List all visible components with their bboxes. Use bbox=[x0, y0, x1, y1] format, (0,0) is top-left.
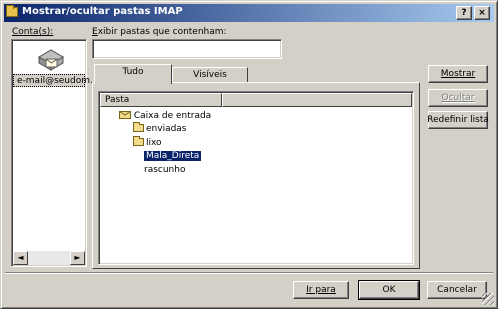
account-item[interactable]: e-mail@seudom... bbox=[13, 74, 99, 87]
tree-row-label: enviadas bbox=[146, 124, 187, 134]
close-button[interactable]: × bbox=[474, 6, 490, 20]
hide-button[interactable]: Ocultar bbox=[428, 89, 488, 107]
help-button[interactable]: ? bbox=[456, 6, 472, 20]
tree-row-label: lixo bbox=[146, 138, 162, 148]
accounts-label: Conta(s): bbox=[12, 27, 54, 37]
resize-grip[interactable] bbox=[482, 293, 494, 305]
folder-icon bbox=[133, 136, 144, 146]
inbox-icon bbox=[119, 111, 131, 119]
cancel-button[interactable]: Cancelar bbox=[427, 281, 487, 299]
reset-list-button[interactable]: Redefinir lista bbox=[427, 111, 489, 129]
accounts-scrollbar[interactable]: ◄ ► bbox=[13, 251, 85, 265]
tree-row[interactable]: Caixa de entrada bbox=[119, 109, 211, 122]
scroll-right-button[interactable]: ► bbox=[70, 251, 85, 265]
folder-icon bbox=[6, 5, 18, 17]
folder-icon bbox=[133, 122, 144, 132]
accounts-list[interactable]: e-mail@seudom... ◄ ► bbox=[11, 39, 99, 267]
column-header-empty bbox=[222, 93, 412, 107]
tab-visiveis[interactable]: Visíveis bbox=[172, 67, 248, 82]
title-bar: Mostrar/ocultar pastas IMAP ? × bbox=[4, 4, 494, 22]
show-button[interactable]: Mostrar bbox=[428, 65, 488, 83]
tab-tudo[interactable]: Tudo bbox=[94, 64, 172, 84]
ok-button[interactable]: OK bbox=[358, 280, 420, 300]
tree-row-selected[interactable]: Mala_Direta bbox=[144, 150, 202, 163]
window-title: Mostrar/ocultar pastas IMAP bbox=[22, 6, 183, 17]
dialog-window: Mostrar/ocultar pastas IMAP ? × Conta(s)… bbox=[0, 0, 498, 309]
tab-panel: Pasta Caixa de entrada enviadas lixo Mal… bbox=[92, 82, 420, 269]
scroll-left-button[interactable]: ◄ bbox=[13, 251, 28, 265]
tree-row-label: Mala_Direta bbox=[144, 151, 202, 161]
account-item-label: e-mail@seudom... bbox=[17, 76, 99, 86]
column-header-pasta[interactable]: Pasta bbox=[100, 93, 222, 107]
footer-divider bbox=[5, 272, 493, 274]
tree-row[interactable]: enviadas bbox=[133, 122, 187, 136]
folder-listview[interactable]: Pasta Caixa de entrada enviadas lixo Mal… bbox=[98, 91, 414, 265]
tree-row[interactable]: rascunho bbox=[144, 164, 185, 177]
filter-input[interactable] bbox=[92, 39, 282, 59]
tree-row-label: Caixa de entrada bbox=[133, 111, 212, 121]
tree-row-label: rascunho bbox=[144, 165, 186, 175]
goto-button[interactable]: Ir para bbox=[293, 281, 349, 299]
mail-server-icon bbox=[38, 49, 64, 71]
tree-row[interactable]: lixo bbox=[133, 136, 162, 150]
filter-label: Exibir pastas que contenham: bbox=[92, 27, 227, 37]
